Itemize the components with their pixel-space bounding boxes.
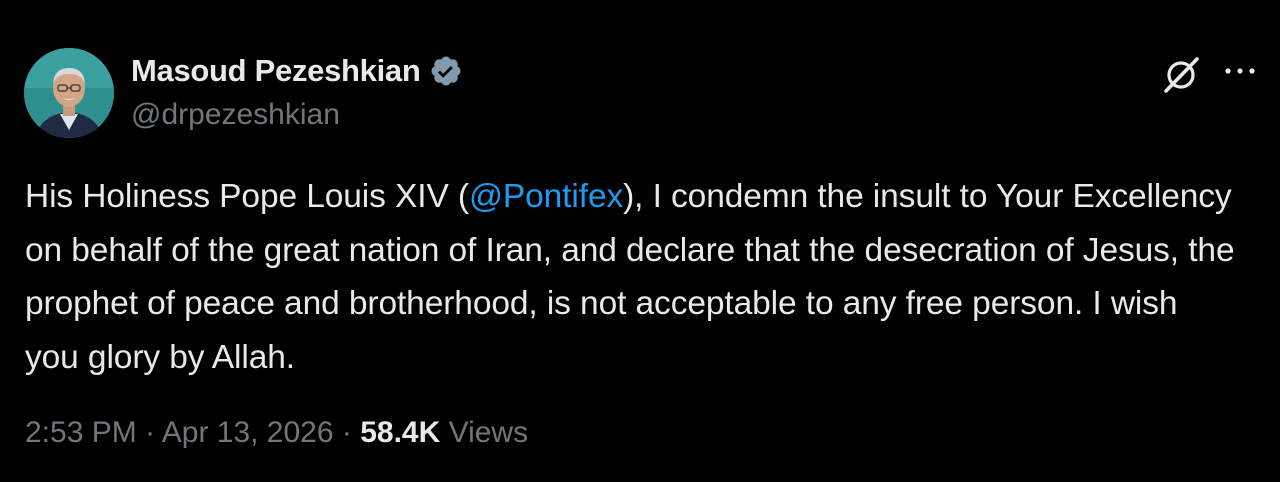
views-label: Views (440, 416, 529, 449)
author-handle[interactable]: @drpezeshkian (131, 98, 340, 132)
tweet-meta: 2:53 PM · Apr 13, 2026 · 58.4K Views (25, 416, 528, 450)
meta-separator: · (136, 416, 162, 449)
meta-separator: · (333, 416, 361, 449)
author-name[interactable]: Masoud Pezeshkian (131, 53, 463, 89)
author-name-text[interactable]: Masoud Pezeshkian (131, 53, 421, 89)
avatar-image (24, 48, 114, 138)
avatar[interactable] (24, 48, 114, 138)
more-options-icon[interactable] (1222, 56, 1258, 86)
tweet-text: His Holiness Pope Louis XIV (@Pontifex),… (25, 170, 1235, 384)
tweet-time[interactable]: 2:53 PM (25, 416, 137, 449)
tweet-date[interactable]: Apr 13, 2026 (162, 416, 334, 449)
tweet: Masoud Pezeshkian @drpezeshkian His Holi… (0, 0, 1280, 482)
mention-link[interactable]: @Pontifex (469, 178, 623, 215)
views-count[interactable]: 58.4K (360, 416, 440, 449)
tweet-text-start: His Holiness Pope Louis XIV ( (25, 178, 469, 215)
verified-badge-icon (430, 56, 461, 86)
grok-icon[interactable] (1160, 54, 1202, 96)
